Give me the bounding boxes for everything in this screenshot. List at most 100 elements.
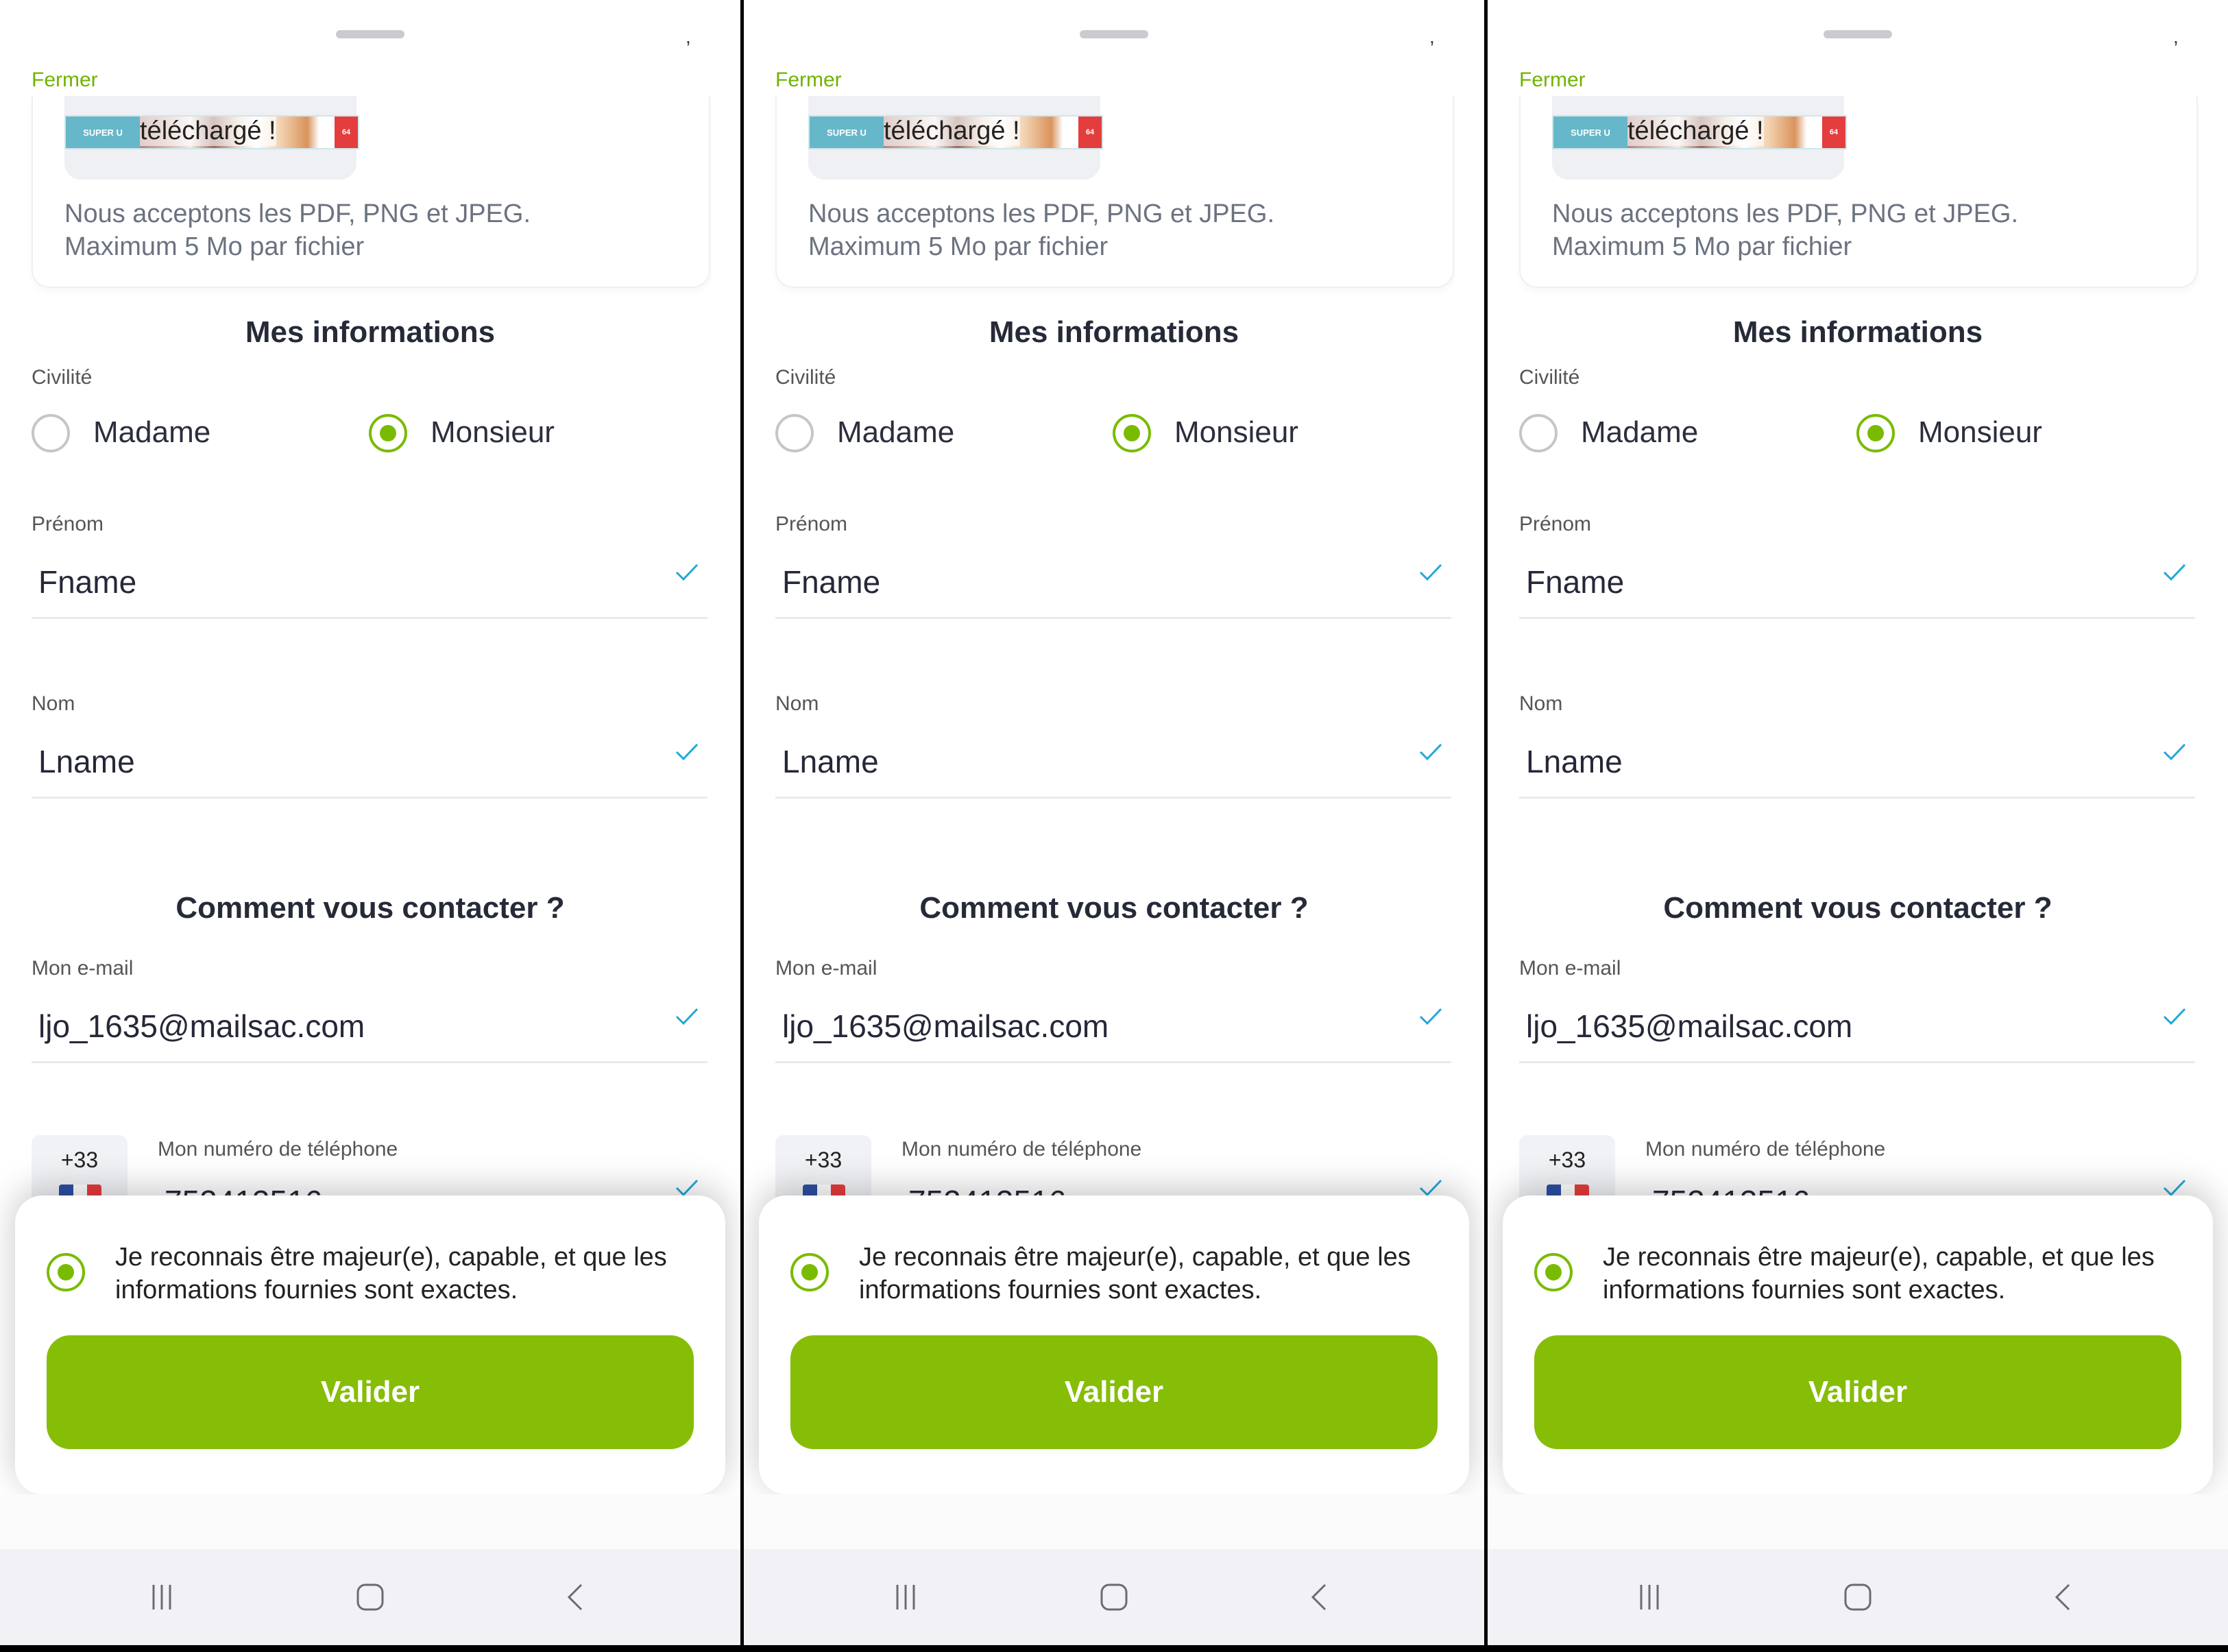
- lastname-value: Lname: [1526, 744, 1623, 779]
- lastname-label: Nom: [1519, 692, 1563, 715]
- section-title-info: Mes informations: [245, 315, 496, 349]
- check-icon: [2163, 1008, 2186, 1025]
- email-value: ljo_1635@mailsac.com: [38, 1008, 365, 1044]
- back-icon[interactable]: [1299, 1577, 1340, 1618]
- upload-status-text: téléchargé !: [140, 117, 276, 146]
- check-icon: [675, 743, 699, 761]
- phone-country-code: +33: [804, 1147, 843, 1172]
- consent-radio[interactable]: [1534, 1253, 1573, 1291]
- civility-label: Civilité: [775, 366, 836, 389]
- email-field[interactable]: ljo_1635@mailsac.com: [775, 993, 1451, 1063]
- email-value: ljo_1635@mailsac.com: [1526, 1008, 1853, 1044]
- consent-radio[interactable]: [790, 1253, 829, 1291]
- email-field[interactable]: ljo_1635@mailsac.com: [32, 993, 707, 1063]
- email-value: ljo_1635@mailsac.com: [782, 1008, 1109, 1044]
- phone-country-code: +33: [1548, 1147, 1586, 1172]
- radio-monsieur-label[interactable]: Monsieur: [1174, 415, 1298, 450]
- upload-status-text: téléchargé !: [1627, 117, 1764, 146]
- check-icon: [2163, 743, 2186, 761]
- radio-monsieur[interactable]: [369, 414, 407, 452]
- upload-status-text: téléchargé !: [884, 117, 1020, 146]
- accepted-formats-line: Nous acceptons les PDF, PNG et JPEG.: [64, 199, 531, 228]
- accepted-formats-text: Nous acceptons les PDF, PNG et JPEG. Max…: [808, 197, 1274, 263]
- status-mark: ,: [2173, 26, 2179, 47]
- consent-text[interactable]: Je reconnais être majeur(e), capable, et…: [859, 1241, 1449, 1307]
- email-label: Mon e-mail: [1519, 957, 1621, 980]
- close-link[interactable]: Fermer: [1519, 69, 1586, 92]
- recent-apps-icon[interactable]: [141, 1577, 182, 1618]
- phone-label: Mon numéro de téléphone: [1645, 1138, 1886, 1161]
- recent-apps-icon[interactable]: [1629, 1577, 1670, 1618]
- radio-madame-label[interactable]: Madame: [1581, 415, 1698, 450]
- email-field[interactable]: ljo_1635@mailsac.com: [1519, 993, 2195, 1063]
- firstname-field[interactable]: Fname: [1519, 548, 2195, 619]
- thumbnail-brand: SUPER U: [66, 117, 140, 148]
- check-icon: [1419, 743, 1442, 761]
- system-nav-bar: [0, 1549, 740, 1645]
- back-icon[interactable]: [2043, 1577, 2084, 1618]
- recent-apps-icon[interactable]: [885, 1577, 926, 1618]
- section-title-info: Mes informations: [1732, 315, 1983, 349]
- thumbnail-brand: SUPER U: [810, 117, 884, 148]
- home-icon[interactable]: [1837, 1577, 1878, 1618]
- upload-card: SUPER U 64 téléchargé ! Nous acceptons l…: [1519, 96, 2198, 288]
- lastname-label: Nom: [775, 692, 819, 715]
- validate-button[interactable]: Valider: [47, 1335, 694, 1449]
- system-nav-bar: [1488, 1549, 2228, 1645]
- validate-button[interactable]: Valider: [1534, 1335, 2181, 1449]
- accepted-formats-line: Nous acceptons les PDF, PNG et JPEG.: [1552, 199, 2019, 228]
- accepted-formats-text: Nous acceptons les PDF, PNG et JPEG. Max…: [64, 197, 531, 263]
- radio-madame[interactable]: [32, 414, 70, 452]
- sheet-handle[interactable]: [1824, 30, 1892, 38]
- consent-sheet: Je reconnais être majeur(e), capable, et…: [15, 1195, 725, 1494]
- phone-label: Mon numéro de téléphone: [901, 1138, 1142, 1161]
- radio-madame[interactable]: [1519, 414, 1558, 452]
- radio-monsieur[interactable]: [1856, 414, 1895, 452]
- lastname-label: Nom: [32, 692, 75, 715]
- close-link[interactable]: Fermer: [775, 69, 842, 92]
- sheet-backdrop: [0, 1494, 740, 1549]
- file-preview[interactable]: SUPER U 64 téléchargé !: [1552, 96, 1847, 180]
- sheet-handle[interactable]: [336, 30, 404, 38]
- firstname-field[interactable]: Fname: [775, 548, 1451, 619]
- firstname-field[interactable]: Fname: [32, 548, 707, 619]
- home-icon[interactable]: [350, 1577, 391, 1618]
- sheet-handle[interactable]: [1080, 30, 1148, 38]
- radio-monsieur-label[interactable]: Monsieur: [431, 415, 555, 450]
- consent-text[interactable]: Je reconnais être majeur(e), capable, et…: [115, 1241, 705, 1307]
- radio-madame-label[interactable]: Madame: [837, 415, 954, 450]
- validate-button[interactable]: Valider: [790, 1335, 1438, 1449]
- close-link[interactable]: Fermer: [32, 69, 98, 92]
- consent-radio[interactable]: [47, 1253, 85, 1291]
- civility-label: Civilité: [32, 366, 93, 389]
- phone-screen: , Fermer SUPER U 64 téléchargé ! Nous ac…: [744, 0, 1484, 1645]
- file-preview[interactable]: SUPER U 64 téléchargé !: [808, 96, 1103, 180]
- max-size-line: Maximum 5 Mo par fichier: [808, 232, 1109, 261]
- accepted-formats-text: Nous acceptons les PDF, PNG et JPEG. Max…: [1552, 197, 2018, 263]
- radio-madame[interactable]: [775, 414, 814, 452]
- lastname-value: Lname: [782, 744, 879, 779]
- firstname-label: Prénom: [775, 513, 848, 535]
- thumbnail-price: 64: [335, 117, 358, 148]
- lastname-field[interactable]: Lname: [1519, 728, 2195, 799]
- lastname-field[interactable]: Lname: [775, 728, 1451, 799]
- back-icon[interactable]: [555, 1577, 596, 1618]
- radio-monsieur-label[interactable]: Monsieur: [1918, 415, 2042, 450]
- lastname-field[interactable]: Lname: [32, 728, 707, 799]
- civility-label: Civilité: [1519, 366, 1580, 389]
- home-icon[interactable]: [1093, 1577, 1135, 1618]
- max-size-line: Maximum 5 Mo par fichier: [1552, 232, 1852, 261]
- status-mark: ,: [686, 26, 691, 47]
- consent-text[interactable]: Je reconnais être majeur(e), capable, et…: [1603, 1241, 2192, 1307]
- system-nav-bar: [744, 1549, 1484, 1645]
- section-title-contact: Comment vous contacter ?: [175, 891, 565, 925]
- section-title-contact: Comment vous contacter ?: [919, 891, 1309, 925]
- radio-monsieur[interactable]: [1113, 414, 1151, 452]
- sheet-backdrop: [744, 1494, 1484, 1549]
- file-preview[interactable]: SUPER U 64 téléchargé !: [64, 96, 359, 180]
- firstname-value: Fname: [1526, 564, 1625, 600]
- max-size-line: Maximum 5 Mo par fichier: [64, 232, 365, 261]
- radio-madame-label[interactable]: Madame: [93, 415, 210, 450]
- check-icon: [675, 563, 699, 581]
- status-mark: ,: [1429, 26, 1435, 47]
